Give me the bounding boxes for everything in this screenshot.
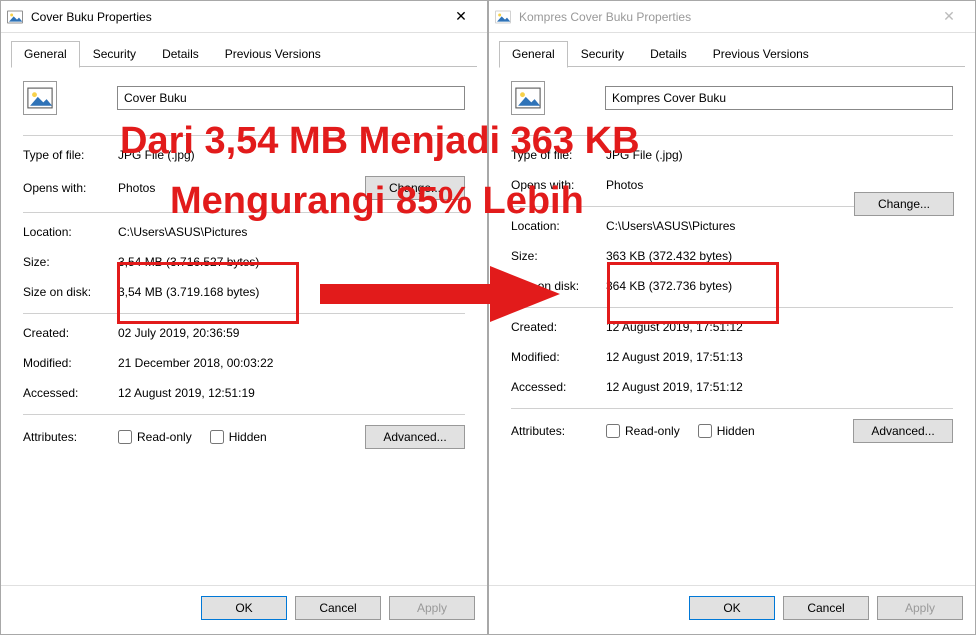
properties-dialog-right: Kompres Cover Buku Properties ✕ General … — [488, 0, 976, 635]
tab-content: Type of file:JPG File (.jpg) Opens with:… — [489, 67, 975, 585]
tabrow: General Security Details Previous Versio… — [489, 33, 975, 67]
properties-dialog-left: Cover Buku Properties ✕ General Security… — [0, 0, 488, 635]
readonly-checkbox[interactable]: Read-only — [606, 424, 680, 438]
opens-with-label: Opens with: — [23, 181, 118, 195]
accessed-label: Accessed: — [23, 386, 118, 400]
type-of-file-label: Type of file: — [511, 148, 606, 162]
advanced-button[interactable]: Advanced... — [365, 425, 465, 449]
apply-button[interactable]: Apply — [877, 596, 963, 620]
attributes-label: Attributes: — [511, 424, 606, 438]
created-label: Created: — [511, 320, 606, 334]
tab-general[interactable]: General — [11, 41, 80, 68]
tab-details[interactable]: Details — [637, 41, 700, 67]
opens-with-label: Opens with: — [511, 178, 606, 192]
accessed-value: 12 August 2019, 17:51:12 — [606, 380, 953, 394]
opens-with-value: Photos — [118, 181, 365, 195]
attributes-label: Attributes: — [23, 430, 118, 444]
cancel-button[interactable]: Cancel — [783, 596, 869, 620]
close-icon[interactable]: ✕ — [929, 2, 969, 32]
titlebar[interactable]: Kompres Cover Buku Properties ✕ — [489, 1, 975, 33]
ok-button[interactable]: OK — [201, 596, 287, 620]
type-of-file-value: JPG File (.jpg) — [118, 148, 465, 162]
accessed-value: 12 August 2019, 12:51:19 — [118, 386, 465, 400]
titlebar[interactable]: Cover Buku Properties ✕ — [1, 1, 487, 33]
button-bar: OK Cancel Apply — [489, 585, 975, 634]
tabrow: General Security Details Previous Versio… — [1, 33, 487, 67]
filename-input[interactable] — [605, 86, 953, 110]
tab-content: Type of file:JPG File (.jpg) Opens with:… — [1, 67, 487, 585]
size-value: 3,54 MB (3.716.527 bytes) — [118, 255, 465, 269]
modified-value: 12 August 2019, 17:51:13 — [606, 350, 953, 364]
window-title: Cover Buku Properties — [31, 10, 441, 24]
location-value: C:\Users\ASUS\Pictures — [606, 219, 953, 233]
size-on-disk-label: Size on disk: — [511, 279, 606, 293]
change-button-right[interactable]: Change... — [854, 192, 954, 216]
close-icon[interactable]: ✕ — [441, 2, 481, 32]
tab-security[interactable]: Security — [568, 41, 637, 67]
size-label: Size: — [511, 249, 606, 263]
window-title: Kompres Cover Buku Properties — [519, 10, 929, 24]
created-value: 12 August 2019, 17:51:12 — [606, 320, 953, 334]
created-label: Created: — [23, 326, 118, 340]
filename-input[interactable] — [117, 86, 465, 110]
apply-button[interactable]: Apply — [389, 596, 475, 620]
tab-previous-versions[interactable]: Previous Versions — [212, 41, 334, 67]
created-value: 02 July 2019, 20:36:59 — [118, 326, 465, 340]
advanced-button[interactable]: Advanced... — [853, 419, 953, 443]
tab-previous-versions[interactable]: Previous Versions — [700, 41, 822, 67]
modified-value: 21 December 2018, 00:03:22 — [118, 356, 465, 370]
hidden-checkbox[interactable]: Hidden — [698, 424, 755, 438]
location-value: C:\Users\ASUS\Pictures — [118, 225, 465, 239]
picture-icon — [495, 9, 511, 25]
type-of-file-value: JPG File (.jpg) — [606, 148, 953, 162]
tab-security[interactable]: Security — [80, 41, 149, 67]
file-type-icon — [23, 81, 57, 115]
change-button[interactable]: Change... — [365, 176, 465, 200]
size-label: Size: — [23, 255, 118, 269]
file-type-icon — [511, 81, 545, 115]
tab-general[interactable]: General — [499, 41, 568, 68]
location-label: Location: — [23, 225, 118, 239]
modified-label: Modified: — [511, 350, 606, 364]
opens-with-value: Photos — [606, 178, 953, 192]
size-on-disk-value: 364 KB (372.736 bytes) — [606, 279, 953, 293]
tab-details[interactable]: Details — [149, 41, 212, 67]
ok-button[interactable]: OK — [689, 596, 775, 620]
size-on-disk-label: Size on disk: — [23, 285, 118, 299]
accessed-label: Accessed: — [511, 380, 606, 394]
cancel-button[interactable]: Cancel — [295, 596, 381, 620]
picture-icon — [7, 9, 23, 25]
hidden-checkbox[interactable]: Hidden — [210, 430, 267, 444]
size-value: 363 KB (372.432 bytes) — [606, 249, 953, 263]
readonly-checkbox[interactable]: Read-only — [118, 430, 192, 444]
button-bar: OK Cancel Apply — [1, 585, 487, 634]
modified-label: Modified: — [23, 356, 118, 370]
type-of-file-label: Type of file: — [23, 148, 118, 162]
size-on-disk-value: 3,54 MB (3.719.168 bytes) — [118, 285, 465, 299]
location-label: Location: — [511, 219, 606, 233]
